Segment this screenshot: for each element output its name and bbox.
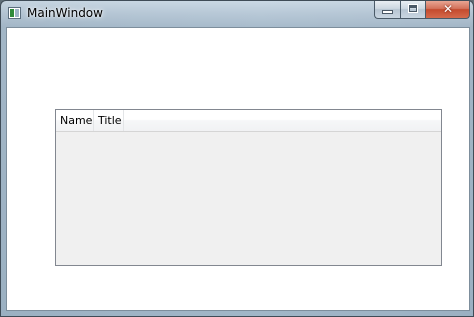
title-bar[interactable]: MainWindow ✕ xyxy=(1,1,474,27)
list-body[interactable] xyxy=(56,132,441,265)
close-icon: ✕ xyxy=(442,2,454,16)
main-window: MainWindow ✕ Name Title xyxy=(0,0,474,317)
maximize-icon xyxy=(409,5,417,12)
caption-buttons: ✕ xyxy=(374,1,470,19)
minimize-button[interactable] xyxy=(374,1,400,19)
column-header-title[interactable]: Title xyxy=(94,110,124,131)
app-icon[interactable] xyxy=(8,7,21,19)
client-area: Name Title xyxy=(6,27,470,311)
list-view[interactable]: Name Title xyxy=(55,109,442,266)
column-header-name[interactable]: Name xyxy=(56,110,94,131)
minimize-icon xyxy=(383,11,392,13)
window-title: MainWindow xyxy=(27,6,103,20)
column-header-row: Name Title xyxy=(56,110,441,132)
maximize-button[interactable] xyxy=(400,1,426,19)
close-button[interactable]: ✕ xyxy=(426,1,470,19)
